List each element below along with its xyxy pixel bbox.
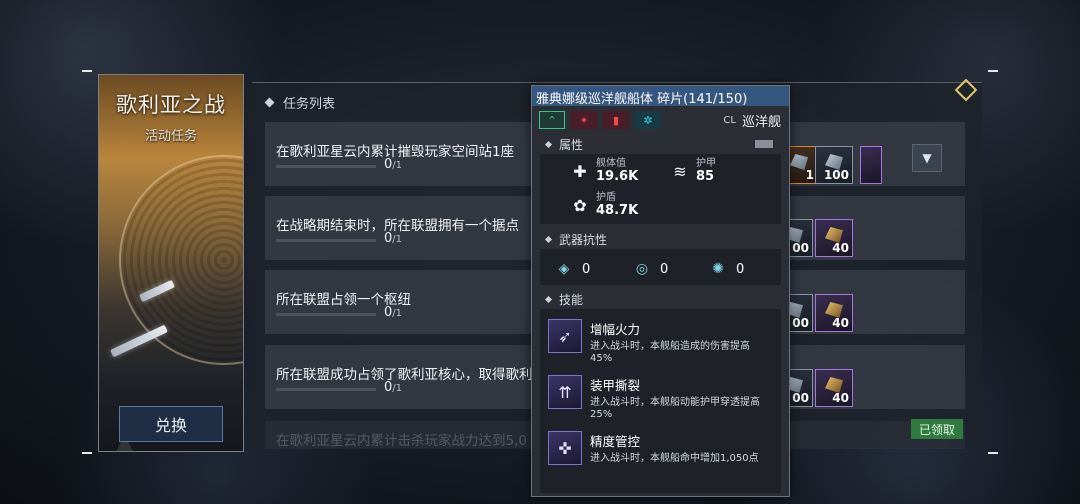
diamond-icon [544, 140, 553, 148]
diamond-icon [544, 235, 553, 243]
skill-item: ➶ 增幅火力 进入战斗时，本舰船造成的伤害提高45% [548, 319, 768, 365]
task-progress: 0/1 [384, 380, 403, 395]
section-header: 属性 [540, 134, 781, 154]
resist-section: 武器抗性 ◈ 0 ◎ 0 ✺ 0 [540, 229, 781, 285]
shield-stat: ✿ 护盾 48.7K [570, 192, 638, 218]
class-code: CL [723, 115, 736, 126]
missile-icon: ▮ [603, 111, 629, 129]
precision-icon: ✜ [548, 431, 582, 465]
event-title: 歌利亚之战 [116, 93, 226, 117]
reward-item[interactable]: 40 [815, 369, 853, 407]
skill-item: ⇈ 装甲撕裂 进入战斗时，本舰船动能护甲穿透提高25% [548, 375, 768, 421]
energy-icon: ◎ [635, 261, 649, 277]
task-progress-bar [276, 165, 376, 168]
expand-button[interactable]: ▼ [912, 144, 942, 172]
amplify-fire-icon: ➶ [548, 319, 582, 353]
hull-icon: ✚ [573, 161, 587, 181]
task-text: 在歌利亚星云内累计击杀玩家战力达到5,0 [276, 433, 527, 449]
dyson-sphere-art [119, 155, 243, 365]
task-progress-bar [276, 313, 376, 316]
skills-section: 技能 ➶ 增幅火力 进入战斗时，本舰船造成的伤害提高45% ⇈ 装甲撕裂 进入战斗时… [540, 289, 781, 493]
frame-corner [82, 70, 92, 80]
frame-corner [82, 452, 92, 462]
task-progress-bar [276, 388, 376, 391]
task-progress: 0/1 [384, 231, 403, 246]
diamond-icon [544, 295, 553, 303]
task-list-header: 任务列表 [264, 93, 336, 112]
attack-icon: ✦ [571, 111, 597, 129]
kinetic-resist: ◈ 0 [554, 259, 591, 279]
tooltip-tags: ⌃ ✦ ▮ ✲ [539, 111, 661, 129]
section-header: 武器抗性 [540, 229, 781, 249]
section-header: 技能 [540, 289, 781, 309]
armor-icon: ≋ [673, 161, 687, 181]
task-progress-bar [276, 239, 376, 242]
class-label: 巡洋舰 [741, 115, 781, 130]
explosive-resist: ✺ 0 [708, 259, 744, 279]
redeem-button[interactable]: 兑换 [119, 406, 223, 442]
toggle-icon[interactable] [755, 140, 773, 148]
item-tooltip: 雅典娜级巡洋舰船体 碎片(141/150) ⌃ ✦ ▮ ✲ CL 巡洋舰 属性 … [531, 85, 790, 497]
shield-icon: ✿ [573, 195, 587, 215]
armor-pierce-icon: ⇈ [548, 375, 582, 409]
diamond-icon [264, 97, 275, 108]
reward-item[interactable] [860, 146, 882, 184]
tooltip-title: 雅典娜级巡洋舰船体 碎片(141/150) [532, 86, 789, 107]
frame-corner [988, 70, 998, 80]
reward-item[interactable]: 100 [815, 146, 853, 184]
kinetic-icon: ◈ [558, 261, 570, 277]
reward-item[interactable]: 40 [815, 219, 853, 257]
frame-corner [988, 452, 998, 462]
task-progress: 0/1 [384, 157, 403, 172]
explosive-icon: ✺ [712, 261, 724, 277]
event-subtitle: 活动任务 [144, 129, 197, 144]
task-text: 所在联盟成功占领了歌利亚核心，取得歌利 [276, 367, 533, 383]
attributes-section: 属性 ✚ 舰体值 19.6K ≋ 护甲 85 ✿ 护盾 48.7K [540, 134, 781, 224]
armor-stat: ≋ 护甲 85 [670, 158, 716, 184]
task-list-title: 任务列表 [283, 97, 336, 112]
hull-stat: ✚ 舰体值 19.6K [570, 158, 638, 184]
energy-resist: ◎ 0 [632, 259, 668, 279]
chevron-down-icon: ▼ [922, 151, 932, 165]
reward-item[interactable]: 40 [815, 294, 853, 332]
ship-type-icon: ⌃ [539, 111, 565, 129]
event-card: 歌利亚之战 活动任务 ▲ 兑换 [98, 74, 244, 452]
shield-cluster-icon: ✲ [635, 111, 661, 129]
task-progress: 0/1 [384, 305, 403, 320]
claimed-badge: 已领取 [911, 419, 963, 439]
skill-item: ✜ 精度管控 进入战斗时，本舰船命中增加1,050点 [548, 431, 768, 465]
ship-class: CL 巡洋舰 [723, 111, 781, 130]
